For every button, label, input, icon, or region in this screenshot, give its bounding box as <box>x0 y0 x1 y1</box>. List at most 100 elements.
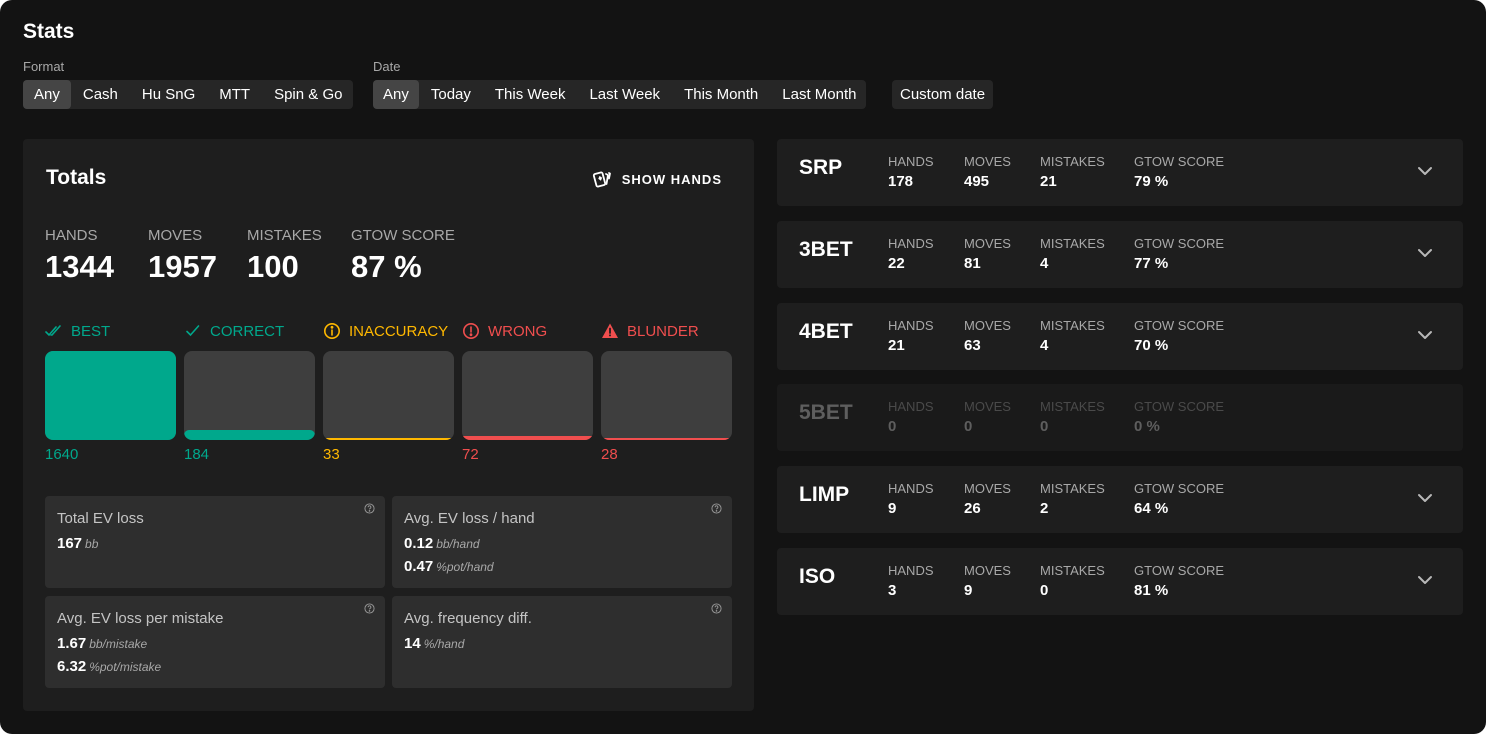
date-option-today[interactable]: Today <box>419 80 483 109</box>
help-icon[interactable] <box>711 603 722 614</box>
cards-icon <box>592 171 611 188</box>
show-hands-button[interactable]: SHOW HANDS <box>592 169 722 189</box>
spot-row-4bet[interactable]: 4BET HANDS 21 MOVES 63 MISTAKES 4 GTOW SCOR… <box>777 303 1463 370</box>
avg-ev-loss-mistake-card: Avg. EV loss per mistake 1.67 bb/mistake … <box>45 596 385 688</box>
totals-panel: Totals SHOW HANDS HANDS 1344 MOVES 1957 … <box>23 139 754 711</box>
stat-value: 81 % <box>1134 582 1169 599</box>
metric-unit: bb/mistake <box>89 637 148 651</box>
category-count: 28 <box>601 446 618 463</box>
category-bar-fill <box>462 436 593 440</box>
metric-value: 0.12 <box>404 535 434 552</box>
stat-label: MISTAKES <box>247 227 322 244</box>
metric-value: 0.47 <box>404 558 434 575</box>
stat-label: HANDS <box>888 236 934 251</box>
spot-row-5bet: 5BET HANDS 0 MOVES 0 MISTAKES 0 GTOW SCORE 0… <box>777 384 1463 451</box>
stat-label: GTOW SCORE <box>1134 154 1225 169</box>
stat-label: MISTAKES <box>1040 399 1105 414</box>
stat-value: 178 <box>888 173 914 190</box>
stat-label: MOVES <box>964 481 1011 496</box>
category-bar <box>184 351 315 440</box>
info-circle-icon <box>324 323 340 339</box>
stat-label: MISTAKES <box>1040 318 1105 333</box>
stat-label: GTOW SCORE <box>1134 481 1225 496</box>
card-title: Avg. frequency diff. <box>404 610 532 627</box>
metric-unit: %pot/hand <box>436 560 494 574</box>
spot-moves: MOVES 495 <box>964 154 1011 190</box>
warning-triangle-icon <box>602 323 618 338</box>
custom-date-button[interactable]: Custom date <box>892 80 994 109</box>
total-mistakes-stat: MISTAKES 100 <box>247 227 322 285</box>
spot-hands: HANDS 22 <box>888 236 934 272</box>
date-option-last-month[interactable]: Last Month <box>770 80 866 109</box>
format-option-mtt[interactable]: MTT <box>207 80 262 109</box>
stat-label: MOVES <box>964 399 1011 414</box>
date-option-any[interactable]: Any <box>373 80 419 109</box>
metric-unit: bb <box>85 537 99 551</box>
stat-value: 4 <box>1040 337 1049 354</box>
date-option-last-week[interactable]: Last Week <box>577 80 672 109</box>
help-icon[interactable] <box>364 603 375 614</box>
category-bar-fill <box>184 430 315 440</box>
spot-row-3bet[interactable]: 3BET HANDS 22 MOVES 81 MISTAKES 4 GTOW SCOR… <box>777 221 1463 288</box>
stat-value: 77 % <box>1134 255 1169 272</box>
stat-label: MISTAKES <box>1040 236 1105 251</box>
spot-name: ISO <box>799 565 836 588</box>
stat-value: 1957 <box>148 249 217 284</box>
date-option-this-month[interactable]: This Month <box>672 80 770 109</box>
chevron-down-icon[interactable] <box>1417 574 1433 586</box>
stats-app: Stats Format Any Cash Hu SnG MTT Spin & … <box>0 0 1486 734</box>
stat-value: 3 <box>888 582 897 599</box>
stat-value: 26 <box>964 500 981 517</box>
stat-value: 9 <box>964 582 973 599</box>
category-correct: CORRECT 184 <box>184 321 315 463</box>
stat-value: 21 <box>1040 173 1057 190</box>
spot-gtow-score: GTOW SCORE 64 % <box>1134 481 1224 517</box>
spot-row-limp[interactable]: LIMP HANDS 9 MOVES 26 MISTAKES 2 GTOW SCORE… <box>777 466 1463 533</box>
metric-value: 167 <box>57 535 83 552</box>
category-label: WRONG <box>488 322 548 340</box>
spot-gtow-score: GTOW SCORE 70 % <box>1134 318 1224 354</box>
category-bar-fill <box>45 351 176 440</box>
spot-mistakes: MISTAKES 2 <box>1040 481 1105 517</box>
avg-frequency-diff-card: Avg. frequency diff. 14 %/hand <box>392 596 732 688</box>
stat-label: MOVES <box>964 563 1011 578</box>
format-option-cash[interactable]: Cash <box>71 80 130 109</box>
format-option-spin-go[interactable]: Spin & Go <box>262 80 353 109</box>
format-filter: Any Cash Hu SnG MTT Spin & Go <box>23 80 354 109</box>
format-option-any[interactable]: Any <box>23 80 71 109</box>
stat-value: 0 <box>964 418 973 435</box>
category-label: INACCURACY <box>349 322 449 340</box>
help-icon[interactable] <box>711 503 722 514</box>
chevron-down-icon[interactable] <box>1417 329 1433 341</box>
metric-unit: %pot/mistake <box>89 660 162 674</box>
chevron-down-icon[interactable] <box>1417 247 1433 259</box>
spot-mistakes: MISTAKES 0 <box>1040 399 1105 435</box>
stat-value: 0 % <box>1134 418 1160 435</box>
spot-row-srp[interactable]: SRP HANDS 178 MOVES 495 MISTAKES 21 GTOW SC… <box>777 139 1463 206</box>
category-bar-fill <box>323 438 454 440</box>
date-filter: Any Today This Week Last Week This Month… <box>373 80 867 109</box>
spot-gtow-score: GTOW SCORE 0 % <box>1134 399 1224 435</box>
metric-unit: %/hand <box>423 637 465 651</box>
category-count: 33 <box>323 446 340 463</box>
chevron-down-icon[interactable] <box>1417 492 1433 504</box>
stat-value: 2 <box>1040 500 1049 517</box>
stat-value: 22 <box>888 255 905 272</box>
total-moves-stat: MOVES 1957 <box>148 227 217 285</box>
stat-label: MISTAKES <box>1040 481 1105 496</box>
stat-value: 63 <box>964 337 981 354</box>
category-inaccuracy: INACCURACY 33 <box>323 321 454 463</box>
stat-label: GTOW SCORE <box>1134 236 1225 251</box>
format-option-hu-sng[interactable]: Hu SnG <box>130 80 207 109</box>
double-check-icon <box>45 325 61 337</box>
chevron-down-icon[interactable] <box>1417 165 1433 177</box>
stat-label: MOVES <box>964 318 1011 333</box>
help-icon[interactable] <box>364 503 375 514</box>
spot-moves: MOVES 26 <box>964 481 1011 517</box>
total-gtow-score-stat: GTOW SCORE 87 % <box>351 227 455 285</box>
spot-row-iso[interactable]: ISO HANDS 3 MOVES 9 MISTAKES 0 GTOW SCORE 81… <box>777 548 1463 615</box>
spot-moves: MOVES 81 <box>964 236 1011 272</box>
spot-name: 4BET <box>799 320 853 343</box>
date-option-this-week[interactable]: This Week <box>483 80 578 109</box>
stat-label: MOVES <box>964 154 1011 169</box>
